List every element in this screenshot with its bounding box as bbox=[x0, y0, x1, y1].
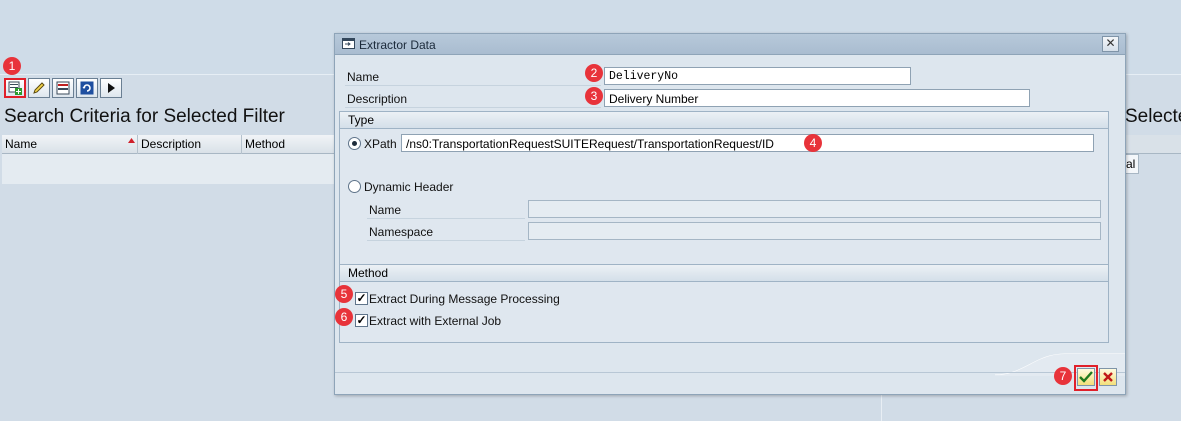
step-marker: 4 bbox=[804, 134, 822, 152]
step-marker: 7 bbox=[1054, 367, 1072, 385]
xpath-label: XPath bbox=[364, 137, 397, 151]
step-marker: 5 bbox=[335, 285, 353, 303]
checkmark-icon: ✓ bbox=[356, 313, 367, 327]
dialog-title-bar[interactable]: Extractor Data ✕ bbox=[335, 34, 1125, 55]
window-icon bbox=[342, 38, 355, 49]
dh-namespace-field[interactable] bbox=[528, 222, 1101, 240]
dh-name-field[interactable] bbox=[528, 200, 1101, 218]
description-field[interactable]: Delivery Number bbox=[604, 89, 1030, 107]
execute-button[interactable] bbox=[100, 78, 122, 98]
description-label: Description bbox=[347, 92, 408, 106]
dh-name-label: Name bbox=[369, 203, 402, 217]
table-header: Name Description Method bbox=[2, 135, 334, 154]
right-table-cell: al bbox=[1125, 154, 1139, 174]
create-icon bbox=[8, 81, 22, 95]
divider bbox=[881, 395, 882, 421]
extract-external-checkbox[interactable]: ✓ bbox=[355, 314, 368, 327]
divider bbox=[367, 240, 525, 241]
confirm-button[interactable] bbox=[1077, 368, 1095, 386]
step-marker: 6 bbox=[335, 308, 353, 326]
column-label: Name bbox=[5, 137, 38, 151]
table-body bbox=[2, 154, 334, 184]
name-label: Name bbox=[347, 70, 380, 84]
refresh-button[interactable] bbox=[76, 78, 98, 98]
extract-during-checkbox[interactable]: ✓ bbox=[355, 292, 368, 305]
divider bbox=[367, 218, 525, 219]
close-icon: ✕ bbox=[1105, 36, 1116, 50]
dynamic-header-label: Dynamic Header bbox=[364, 180, 454, 194]
name-field[interactable]: DeliveryNo bbox=[604, 67, 911, 85]
step-marker: 1 bbox=[3, 57, 21, 75]
method-group: Method ✓ Extract During Message Processi… bbox=[339, 264, 1109, 343]
xpath-field[interactable]: /ns0:TransportationRequestSUITERequest/T… bbox=[401, 134, 1094, 152]
group-title: Method bbox=[340, 265, 1108, 282]
checkmark-icon bbox=[1079, 371, 1093, 383]
group-title: Type bbox=[340, 112, 1108, 129]
dynamic-header-radio[interactable] bbox=[348, 180, 361, 193]
edit-pencil-icon bbox=[33, 82, 45, 94]
delete-icon bbox=[56, 81, 70, 95]
xpath-radio[interactable] bbox=[348, 137, 361, 150]
column-header-name[interactable]: Name bbox=[2, 135, 138, 154]
dh-namespace-label: Namespace bbox=[369, 225, 434, 239]
step-marker: 2 bbox=[585, 64, 603, 82]
right-panel-title: Selecte... bbox=[1125, 106, 1181, 127]
column-header-method[interactable]: Method bbox=[242, 135, 334, 154]
divider bbox=[345, 107, 601, 108]
close-button[interactable]: ✕ bbox=[1102, 36, 1119, 52]
page-title: Search Criteria for Selected Filter bbox=[4, 106, 285, 127]
delete-button[interactable] bbox=[52, 78, 74, 98]
type-group: Type XPath /ns0:TransportationRequestSUI… bbox=[339, 111, 1109, 283]
dialog-title: Extractor Data bbox=[359, 38, 436, 52]
sort-ascending-icon bbox=[128, 138, 135, 143]
column-label: Description bbox=[141, 137, 202, 151]
column-header-description[interactable]: Description bbox=[138, 135, 242, 154]
refresh-icon bbox=[80, 81, 94, 95]
execute-icon bbox=[108, 83, 115, 93]
right-table-header bbox=[1125, 135, 1181, 154]
edit-button[interactable] bbox=[28, 78, 50, 98]
create-button[interactable] bbox=[4, 78, 26, 98]
column-label: Method bbox=[245, 137, 286, 151]
extract-during-label: Extract During Message Processing bbox=[369, 292, 560, 306]
checkmark-icon: ✓ bbox=[356, 291, 367, 305]
divider bbox=[335, 372, 1125, 373]
toolbar bbox=[4, 78, 122, 98]
cancel-x-icon bbox=[1103, 372, 1113, 382]
step-marker: 3 bbox=[585, 87, 603, 105]
extract-external-label: Extract with External Job bbox=[369, 314, 502, 328]
cancel-button[interactable] bbox=[1099, 368, 1117, 386]
divider bbox=[345, 85, 601, 86]
extractor-data-dialog: Extractor Data ✕ Name 2 DeliveryNo Descr… bbox=[334, 33, 1126, 395]
